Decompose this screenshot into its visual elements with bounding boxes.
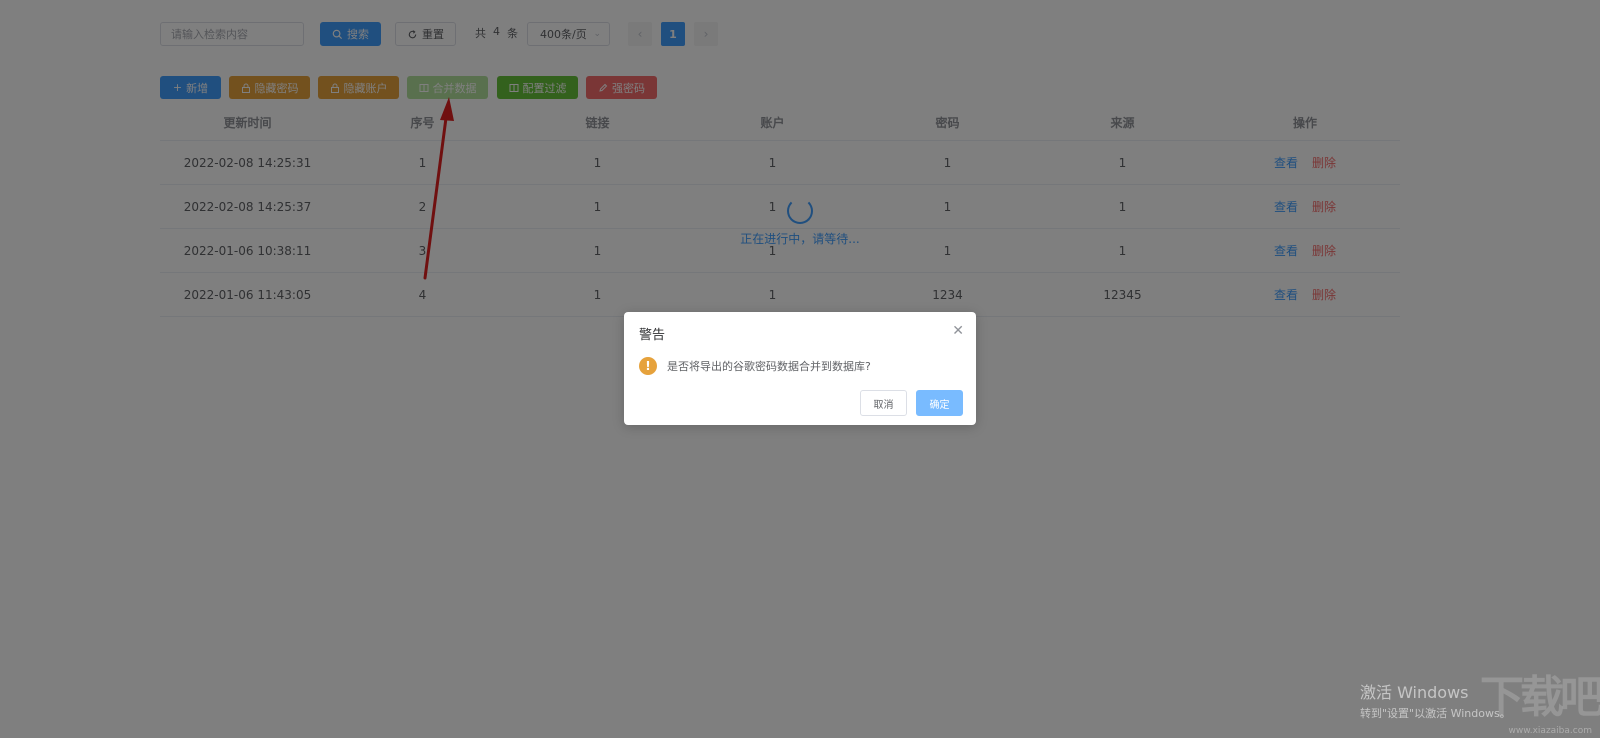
dialog-message: 是否将导出的谷歌密码数据合并到数据库? xyxy=(667,360,871,373)
close-icon[interactable]: ✕ xyxy=(952,324,964,338)
confirm-button[interactable]: 确定 xyxy=(916,390,963,416)
page: 搜索 重置 共 4 条 400条/页 ⌄ ‹ 1 › + 新增 隐藏密码 xyxy=(0,0,1600,738)
site-logo: 下载吧 xyxy=(1480,672,1600,723)
cancel-button[interactable]: 取消 xyxy=(860,390,907,416)
site-url: www.xiazaiba.com xyxy=(1508,726,1592,736)
confirm-dialog: 警告 ✕ ! 是否将导出的谷歌密码数据合并到数据库? 取消 确定 xyxy=(624,312,976,425)
dialog-title: 警告 xyxy=(639,328,666,343)
warning-icon: ! xyxy=(639,357,657,375)
dialog-body: ! 是否将导出的谷歌密码数据合并到数据库? xyxy=(639,357,871,375)
